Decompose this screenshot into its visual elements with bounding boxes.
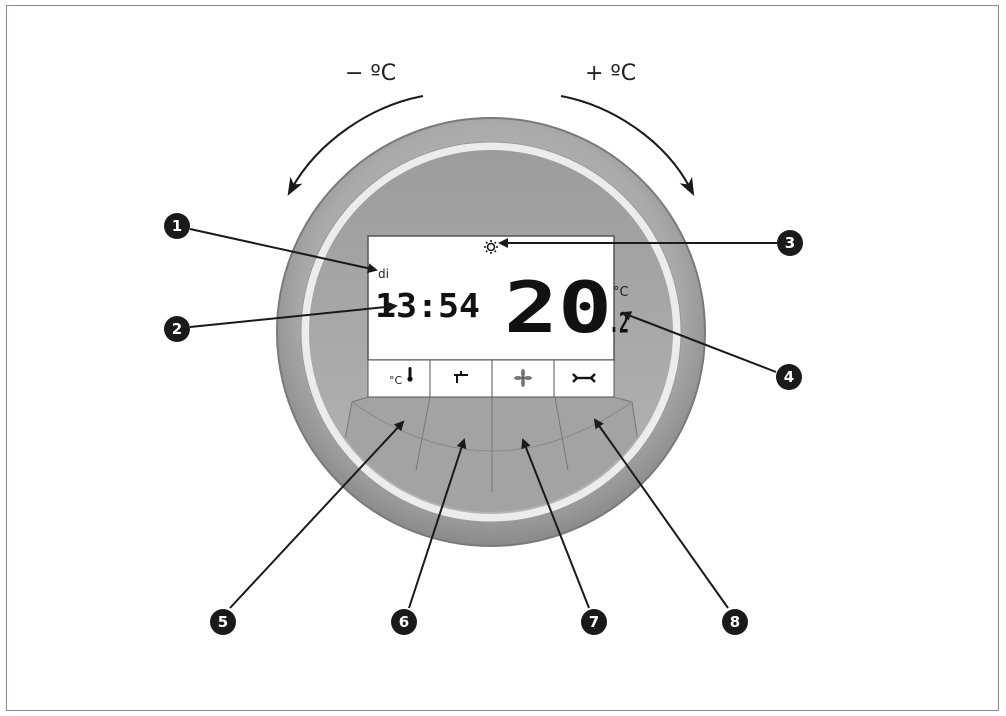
callout-badge-2: 2 bbox=[164, 316, 190, 342]
button-wrench[interactable] bbox=[553, 359, 615, 398]
svg-text:6: 6 bbox=[399, 613, 409, 631]
callout-badge-4: 4 bbox=[776, 364, 802, 390]
svg-text:4: 4 bbox=[784, 368, 794, 386]
thermostat-diagram: − ºC + ºC di 13:54 20 .2 °C °C 1 2 3 4 5… bbox=[164, 61, 803, 635]
svg-text:7: 7 bbox=[589, 613, 599, 631]
temperature-decimal: .2 bbox=[609, 306, 629, 339]
diagram-stage: − ºC + ºC di 13:54 20 .2 °C °C 1 2 3 4 5… bbox=[0, 0, 1006, 716]
svg-text:3: 3 bbox=[785, 234, 795, 252]
callout-badge-8: 8 bbox=[722, 609, 748, 635]
temperature-main: 20 bbox=[504, 267, 612, 349]
callout-badge-5: 5 bbox=[210, 609, 236, 635]
svg-text:2: 2 bbox=[172, 320, 182, 338]
svg-text:1: 1 bbox=[172, 217, 182, 235]
button-thermometer[interactable]: °C bbox=[367, 359, 431, 398]
svg-text:5: 5 bbox=[218, 613, 228, 631]
callout-badge-7: 7 bbox=[581, 609, 607, 635]
temperature-unit: °C bbox=[613, 285, 629, 300]
callout-badge-3: 3 bbox=[777, 230, 803, 256]
minus-temp-label: − ºC bbox=[345, 61, 396, 86]
button-fan[interactable] bbox=[491, 359, 555, 398]
svg-text:8: 8 bbox=[730, 613, 740, 631]
button-tap[interactable] bbox=[429, 359, 493, 398]
plus-temp-label: + ºC bbox=[585, 61, 636, 86]
day-label: di bbox=[378, 267, 389, 281]
callout-badge-1: 1 bbox=[164, 213, 190, 239]
clock-time: 13:54 bbox=[375, 286, 480, 325]
callout-badge-6: 6 bbox=[391, 609, 417, 635]
button-thermometer-label: °C bbox=[389, 374, 403, 387]
